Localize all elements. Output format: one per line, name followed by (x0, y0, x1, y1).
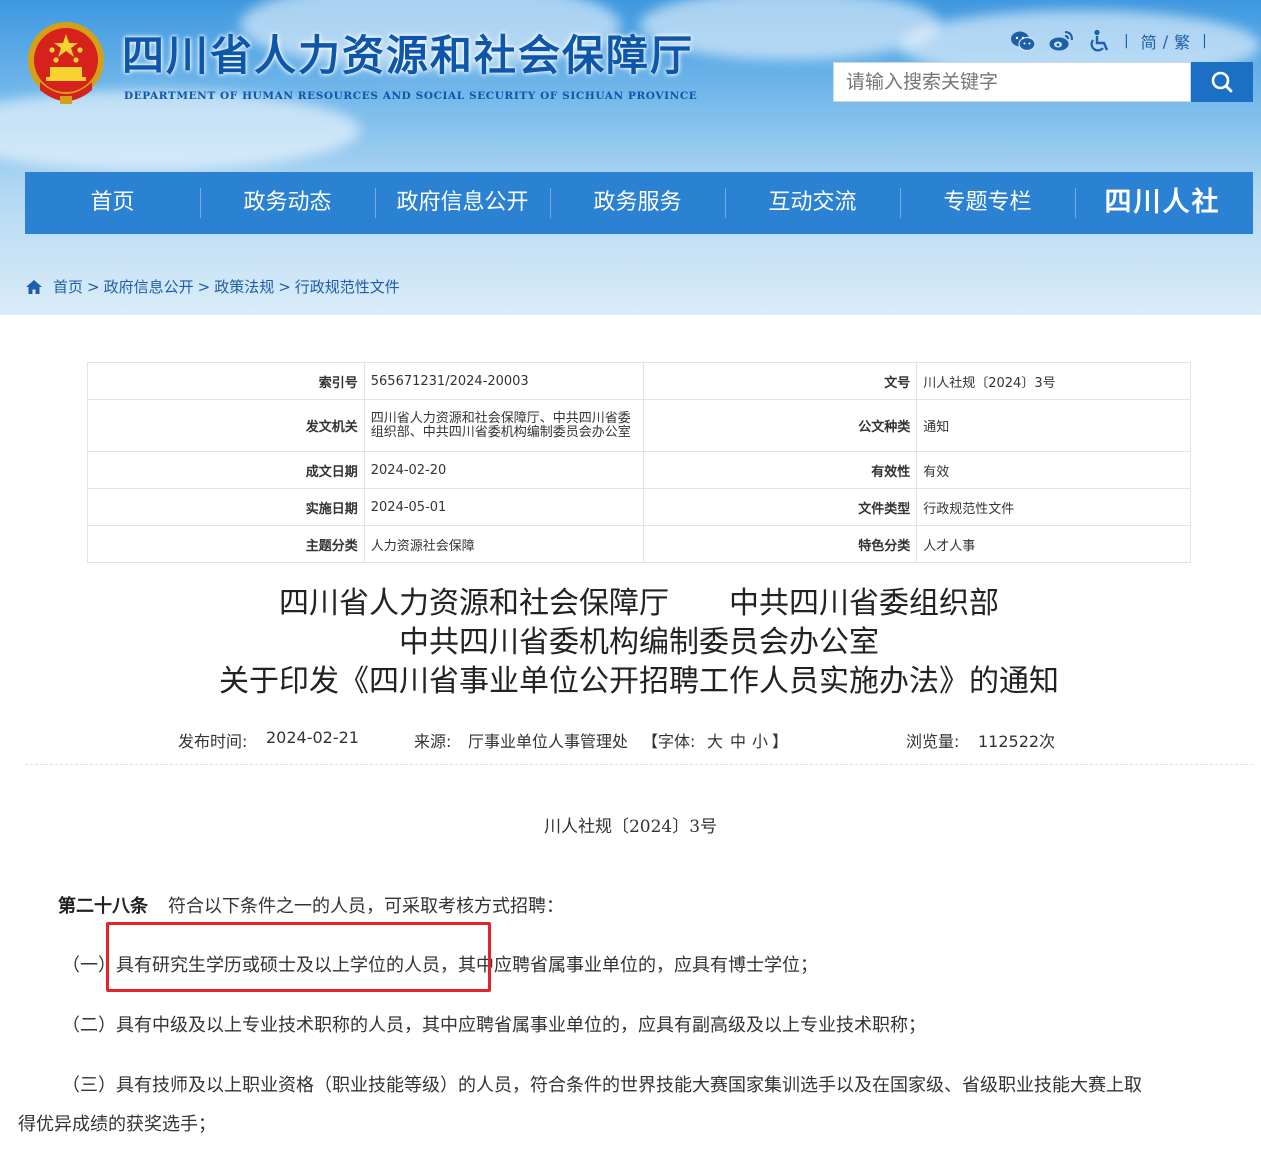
lang-traditional-link[interactable]: 繁 (1174, 29, 1190, 53)
font-size-medium-link[interactable]: 中 (730, 728, 746, 752)
article-text: 符合以下条件之一的人员，可采取考核方式招聘： (168, 896, 564, 917)
meta-label: 文号 (642, 362, 918, 400)
meta-label: 发文机关 (87, 399, 365, 452)
meta-label: 公文种类 (642, 399, 918, 452)
article-item: （三）具有技师及以上职业资格（职业技能等级）的人员，符合条件的世界技能大赛国家集… (62, 1075, 1142, 1096)
meta-row: 主题分类 人力资源社会保障 特色分类 人才人事 (87, 525, 1191, 563)
font-size-close: 】 (772, 732, 789, 751)
document-title-line: 四川省人力资源和社会保障厅 中共四川省委组织部 (279, 586, 999, 621)
document-meta-table: 索引号 565671231/2024-20003 文号 川人社规〔2024〕3号… (87, 362, 1191, 563)
breadcrumb-normative-documents[interactable]: 行政规范性文件 (295, 276, 400, 297)
views-count: 112522次 (978, 732, 1056, 751)
meta-value: 2024-05-01 (363, 488, 644, 526)
meta-value: 川人社规〔2024〕3号 (916, 362, 1191, 400)
accessibility-icon[interactable] (1086, 29, 1112, 53)
meta-row: 索引号 565671231/2024-20003 文号 川人社规〔2024〕3号 (87, 362, 1191, 400)
publish-label: 发布时间: (178, 732, 248, 751)
meta-row: 成文日期 2024-02-20 有效性 有效 (87, 451, 1191, 489)
breadcrumb-separator: > (197, 277, 211, 296)
national-emblem-icon[interactable] (26, 20, 106, 108)
breadcrumb-information-disclosure[interactable]: 政府信息公开 (104, 276, 194, 297)
meta-label: 有效性 (642, 451, 918, 489)
article-card: 索引号 565671231/2024-20003 文号 川人社规〔2024〕3号… (25, 316, 1253, 862)
source-label: 来源: (414, 732, 452, 751)
meta-label: 成文日期 (87, 451, 365, 489)
lang-divider: / (1162, 31, 1169, 51)
publish-date: 2024-02-21 (266, 728, 359, 747)
home-icon[interactable] (25, 279, 43, 295)
meta-label: 主题分类 (87, 525, 365, 563)
breadcrumb-separator: > (278, 277, 291, 296)
meta-row: 发文机关 四川省人力资源和社会保障厅、中共四川省委组织部、中共四川省委机构编制委… (87, 399, 1191, 452)
document-title-line: 中共四川省委机构编制委员会办公室 (399, 625, 879, 660)
document-number: 川人社规〔2024〕3号 (543, 817, 718, 837)
font-size-small-link[interactable]: 小 (752, 728, 768, 752)
source-value: 厅事业单位人事管理处 (468, 732, 629, 751)
meta-value: 有效 (916, 451, 1191, 489)
nav-item-home[interactable]: 首页 (25, 172, 200, 234)
font-size-open: 【字体: (642, 732, 696, 751)
meta-label: 索引号 (87, 362, 365, 400)
tools-separator: | (1124, 33, 1129, 49)
document-title-line: 关于印发《四川省事业单位公开招聘工作人员实施办法》的通知 (219, 664, 1059, 699)
article-item: （二）具有中级及以上专业技术职称的人员，其中应聘省属事业单位的，应具有副高级及以… (62, 1015, 926, 1036)
red-highlight-box (106, 922, 491, 992)
nav-item-interaction[interactable]: 互动交流 (725, 172, 900, 234)
font-size-large-link[interactable]: 大 (707, 728, 723, 752)
meta-value: 人力资源社会保障 (363, 525, 644, 563)
divider (25, 764, 1253, 765)
meta-value: 人才人事 (916, 525, 1191, 563)
meta-value: 行政规范性文件 (916, 488, 1191, 526)
search-input[interactable] (833, 62, 1191, 102)
meta-value: 通知 (916, 399, 1191, 452)
search-button[interactable] (1191, 62, 1253, 102)
main-nav: 首页 政务动态 政府信息公开 政务服务 互动交流 专题专栏 四川人社 (25, 172, 1253, 234)
nav-item-government-news[interactable]: 政务动态 (200, 172, 375, 234)
item-text: 其中应聘省属事业单位的，应具有博士学位； (458, 955, 818, 976)
site-header: 四川省人力资源和社会保障厅 DEPARTMENT OF HUMAN RESOUR… (0, 0, 1261, 315)
nav-item-government-services[interactable]: 政务服务 (550, 172, 725, 234)
meta-value: 565671231/2024-20003 (363, 362, 644, 400)
article-item-continuation: 得优异成绩的获奖选手； (18, 1114, 216, 1135)
article-paragraph: 第二十八条 符合以下条件之一的人员，可采取考核方式招聘： (58, 892, 564, 918)
breadcrumb-home[interactable]: 首页 (53, 276, 83, 297)
lang-simplified-link[interactable]: 简 (1141, 29, 1157, 53)
views-label: 浏览量: (906, 732, 960, 751)
nav-item-information-disclosure[interactable]: 政府信息公开 (375, 172, 550, 234)
breadcrumb-policies[interactable]: 政策法规 (214, 276, 274, 297)
article-heading: 第二十八条 (58, 896, 148, 917)
meta-label: 文件类型 (642, 488, 918, 526)
breadcrumb-separator: > (87, 277, 100, 296)
weibo-icon[interactable] (1048, 29, 1074, 53)
breadcrumb: 首页 > 政府信息公开 > 政策法规 > 行政规范性文件 (25, 276, 400, 297)
search-icon (1211, 71, 1233, 93)
site-subtitle: DEPARTMENT OF HUMAN RESOURCES AND SOCIAL… (124, 90, 698, 102)
nav-item-special-topics[interactable]: 专题专栏 (900, 172, 1075, 234)
meta-label: 实施日期 (87, 488, 365, 526)
meta-label: 特色分类 (642, 525, 918, 563)
meta-row: 实施日期 2024-05-01 文件类型 行政规范性文件 (87, 488, 1191, 526)
tools-separator: | (1202, 33, 1207, 49)
site-title[interactable]: 四川省人力资源和社会保障厅 (122, 22, 694, 83)
header-tools: | 简 / 繁 | (1010, 28, 1207, 54)
wechat-icon[interactable] (1010, 29, 1036, 53)
meta-value: 2024-02-20 (363, 451, 644, 489)
nav-brand-logo[interactable]: 四川人社 (1075, 172, 1250, 234)
meta-value: 四川省人力资源和社会保障厅、中共四川省委组织部、中共四川省委机构编制委员会办公室 (363, 399, 644, 452)
